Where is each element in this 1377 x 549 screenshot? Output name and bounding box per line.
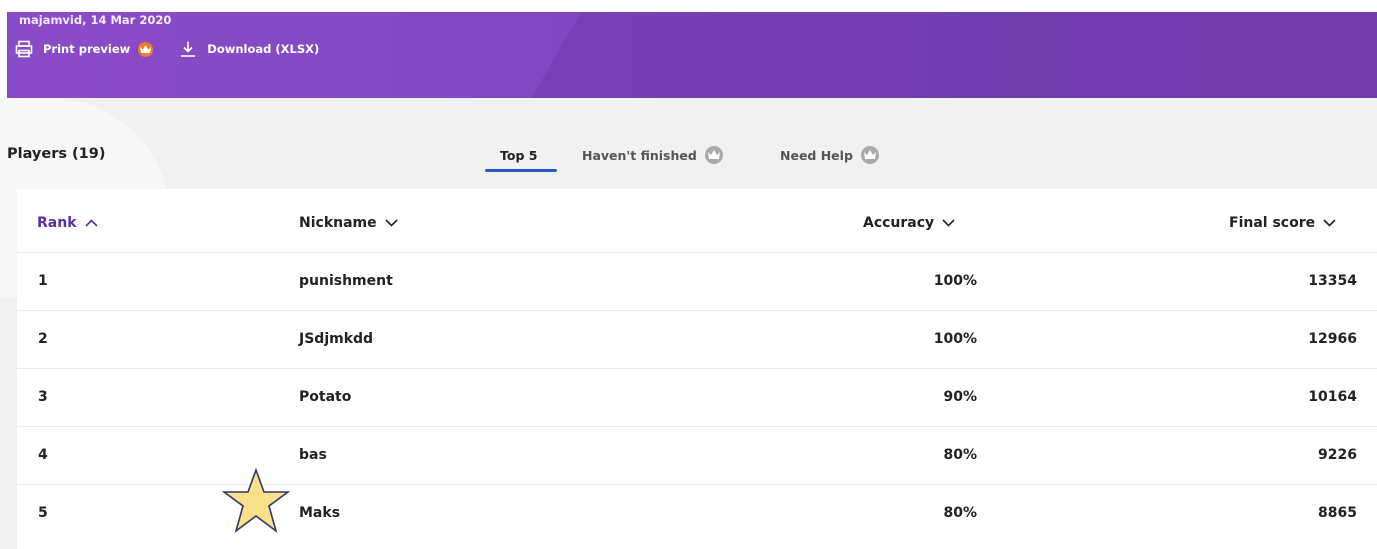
column-label: Accuracy [863,215,935,231]
column-label: Rank [37,215,77,231]
star-icon [222,468,290,534]
tab-havent-finished[interactable]: Haven't finished [582,144,723,166]
download-icon [179,40,197,58]
rank-column-header[interactable]: Rank [37,215,98,231]
accuracy-cell: 80% [943,447,977,463]
table-header: Rank Nickname Accuracy Final score [17,189,1377,253]
column-label: Final score [1229,215,1316,231]
table-row[interactable]: 3 Potato 90% 10164 [17,369,1377,427]
player-filter-tabs: Top 5 Haven't finished Need Help [0,144,1377,174]
players-table: Rank Nickname Accuracy Final score 1 pun… [17,189,1377,549]
nickname-column-header[interactable]: Nickname [299,215,398,231]
nickname-cell: Maks [299,505,341,521]
nickname-cell: JSdjmkdd [299,331,374,347]
table-row[interactable]: 2 JSdjmkdd 100% 12966 [17,311,1377,369]
table-row[interactable]: 1 punishment 100% 13354 [17,253,1377,311]
rank-cell: 1 [38,273,48,289]
nickname-cell: punishment [299,273,393,289]
rank-cell: 4 [38,447,48,463]
print-preview-label: Print preview [43,42,131,56]
nickname-cell: bas [299,447,327,463]
column-label: Nickname [299,215,377,231]
score-cell: 9226 [1318,447,1357,463]
score-cell: 10164 [1308,389,1357,405]
chevron-down-icon [385,219,398,227]
table-row[interactable]: 5 Maks 80% 8865 [17,485,1377,543]
report-header: majamvid, 14 Mar 2020 Print preview Down… [7,12,1377,98]
report-meta: majamvid, 14 Mar 2020 [19,13,172,27]
nickname-cell: Potato [299,389,352,405]
premium-crown-icon [138,41,154,57]
header-decoration [517,12,1377,98]
table-row[interactable]: 4 bas 80% 9226 [17,427,1377,485]
rank-cell: 5 [38,505,48,521]
printer-icon [15,40,33,58]
crown-icon [860,146,879,164]
download-xlsx-button[interactable]: Download (XLSX) [179,40,319,58]
download-label: Download (XLSX) [207,42,320,56]
score-cell: 8865 [1318,505,1357,521]
accuracy-cell: 100% [933,273,977,289]
rank-cell: 2 [38,331,48,347]
print-preview-button[interactable]: Print preview [15,40,154,58]
score-cell: 12966 [1308,331,1357,347]
rank-cell: 3 [38,389,48,405]
chevron-up-icon [84,219,98,227]
accuracy-column-header[interactable]: Accuracy [863,215,955,231]
accuracy-cell: 90% [943,389,977,405]
tab-label: Top 5 [500,147,538,163]
final-score-column-header[interactable]: Final score [1229,215,1336,231]
header-actions: Print preview Download (XLSX) [15,40,319,58]
tab-label: Need Help [780,147,853,163]
chevron-down-icon [1323,219,1336,227]
chevron-down-icon [942,219,955,227]
accuracy-cell: 80% [943,505,977,521]
active-tab-indicator [485,169,557,172]
accuracy-cell: 100% [933,331,977,347]
crown-icon [704,146,723,164]
score-cell: 13354 [1308,273,1357,289]
tab-label: Haven't finished [582,147,697,163]
players-section: Players (19) Top 5 Haven't finished Need… [0,98,1377,549]
tab-top-5[interactable]: Top 5 [500,144,537,166]
tab-need-help[interactable]: Need Help [780,144,879,166]
